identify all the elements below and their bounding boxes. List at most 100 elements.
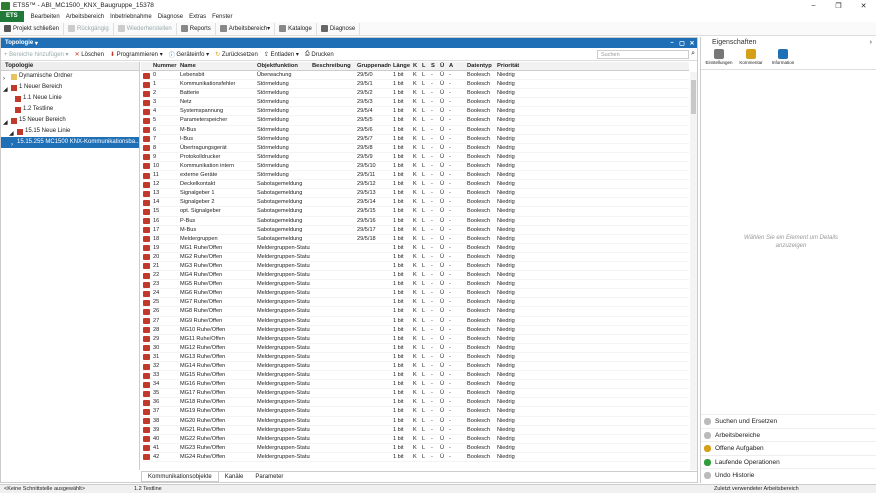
col-number[interactable]: Nummer — [151, 62, 178, 70]
table-row[interactable]: 3 Netz Störmeldung 29/5/3 1 bit K L - Ü - Boolesch… — [141, 98, 689, 108]
catalogs-button[interactable]: Kataloge — [275, 22, 317, 35]
table-row[interactable]: 36 MG18 Ruhe/Offen Meldergruppen-Status 1 b… — [141, 398, 689, 408]
table-row[interactable]: 9 Protokolldrucker Störmeldung 29/5/9 1 bit K… — [141, 153, 689, 162]
col-l[interactable]: L — [420, 62, 429, 70]
col-u[interactable]: Ü — [438, 62, 447, 70]
table-row[interactable]: 31 MG13 Ruhe/Offen Meldergruppen-Status 1 b… — [141, 353, 689, 362]
table-row[interactable]: 34 MG16 Ruhe/Offen Meldergruppen-Status 1 b… — [141, 380, 689, 390]
maximize-icon[interactable]: ❐ — [826, 2, 851, 10]
table-row[interactable]: 25 MG7 Ruhe/Offen Meldergruppen-Status 1 bi… — [141, 298, 689, 308]
reset-button[interactable]: ↻ Zurücksetzen — [212, 49, 261, 61]
menu-extras[interactable]: Extras — [186, 14, 209, 20]
col-length[interactable]: Länge — [391, 62, 411, 70]
table-row[interactable]: 30 MG12 Ruhe/Offen Meldergruppen-Status 1 b… — [141, 344, 689, 353]
col-a[interactable]: A — [447, 62, 456, 70]
table-row[interactable]: 37 MG19 Ruhe/Offen Meldergruppen-Status 1 b… — [141, 407, 689, 417]
table-row[interactable]: 17 M-Bus Sabotagemeldung 29/5/17 1 bit K L - Ü - B… — [141, 226, 689, 235]
minimize-icon[interactable]: – — [801, 2, 826, 10]
tree-item-line-1-2[interactable]: 1.2 Testline — [1, 104, 139, 115]
search-input[interactable]: Suchen — [597, 50, 689, 59]
table-row[interactable]: 33 MG15 Ruhe/Offen Meldergruppen-Status 1 b… — [141, 371, 689, 381]
tree-item-line-15-15[interactable]: ◢ 15.15 Neue Linie — [1, 126, 139, 137]
collapse-icon[interactable]: ◢ — [9, 129, 15, 137]
table-row[interactable]: 21 MG3 Ruhe/Offen Meldergruppen-Status 1 bi… — [141, 262, 689, 272]
table-row[interactable]: 7 I-Bus Störmeldung 29/5/7 1 bit K L - Ü - Boolesc… — [141, 135, 689, 144]
delete-button[interactable]: ✕ Löschen — [72, 49, 107, 61]
table-row[interactable]: 26 MG8 Ruhe/Offen Meldergruppen-Status 1 bi… — [141, 307, 689, 317]
table-row[interactable]: 24 MG6 Ruhe/Offen Meldergruppen-Status 1 bi… — [141, 289, 689, 299]
add-areas-button[interactable]: + Bereiche hinzufügen ▾ — [1, 49, 72, 61]
table-row[interactable]: 22 MG4 Ruhe/Offen Meldergruppen-Status 1 bi… — [141, 271, 689, 281]
table-row[interactable]: 1 Kommunikationsfehler Störmeldung 29/5/1 1 … — [141, 80, 689, 90]
col-function[interactable]: Objektfunktion — [255, 62, 310, 70]
comment-tab[interactable]: Kommentar — [735, 48, 767, 69]
menu-bearbeiten[interactable]: Bearbeiten — [28, 14, 63, 20]
vertical-scrollbar[interactable] — [690, 72, 697, 470]
menu-fenster[interactable]: Fenster — [209, 14, 235, 20]
table-row[interactable]: 19 MG1 Ruhe/Offen Meldergruppen-Status 1 bi… — [141, 244, 689, 253]
table-row[interactable]: 27 MG9 Ruhe/Offen Meldergruppen-Status 1 bi… — [141, 317, 689, 326]
table-row[interactable]: 4 Systemspannung Störmeldung 29/5/4 1 bit K L -… — [141, 107, 689, 117]
redo-button[interactable]: Wiederherstellen — [114, 22, 177, 35]
table-row[interactable]: 0 Lebensbit Überwachung 29/5/0 1 bit K L - Ü - Boo… — [141, 71, 689, 81]
col-name[interactable]: Name — [178, 62, 255, 70]
collapse-icon[interactable]: ◢ — [3, 118, 9, 126]
diagnose-button[interactable]: Diagnose — [317, 22, 361, 35]
table-row[interactable]: 39 MG21 Ruhe/Offen Meldergruppen-Status 1 b… — [141, 426, 689, 435]
menu-diagnose[interactable]: Diagnose — [155, 14, 186, 20]
table-row[interactable]: 5 Parameterspeicher Störmeldung 29/5/5 1 bit… — [141, 116, 689, 126]
tab-communication-objects[interactable]: Kommunikationsobjekte — [141, 472, 219, 482]
table-row[interactable]: 16 P-Bus Sabotagemeldung 29/5/16 1 bit K L - Ü - B… — [141, 217, 689, 226]
table-row[interactable]: 18 Meldergruppen Sabotagemeldung 29/5/18 1 b… — [141, 235, 689, 244]
maximize-panel-icon[interactable]: ▢ — [677, 40, 687, 47]
close-panel-icon[interactable]: ✕ — [687, 40, 697, 47]
undo-history-item[interactable]: Undo Historie — [701, 468, 876, 482]
col-group-address[interactable]: Gruppenadre — [355, 62, 391, 70]
table-row[interactable]: 29 MG11 Ruhe/Offen Meldergruppen-Status 1 b… — [141, 335, 689, 344]
program-button[interactable]: ⬇ Programmieren ▾ — [107, 49, 166, 61]
expand-icon[interactable]: › — [3, 74, 9, 82]
running-operations-item[interactable]: Laufende Operationen — [701, 454, 876, 469]
tree-item-device[interactable]: › 15.15.255 MC1500 KNX-Kommunikationsba..… — [1, 137, 139, 148]
table-row[interactable]: 14 Signalgeber 2 Sabotagemeldung 29/5/14 1 b… — [141, 198, 689, 208]
workspace-button[interactable]: Arbeitsbereich ▾ — [216, 22, 276, 35]
chevron-right-icon[interactable]: › — [870, 39, 872, 46]
interface-status[interactable]: <Keine Schnittstelle ausgewählt> — [0, 485, 130, 493]
undo-button[interactable]: Rückgängig — [64, 22, 114, 35]
table-row[interactable]: 12 Deckelkontakt Sabotagemeldung 29/5/12 1 b… — [141, 180, 689, 190]
expand-icon[interactable]: › — [11, 140, 13, 148]
table-row[interactable]: 35 MG17 Ruhe/Offen Meldergruppen-Status 1 b… — [141, 389, 689, 399]
col-s[interactable]: S — [429, 62, 438, 70]
table-row[interactable]: 38 MG20 Ruhe/Offen Meldergruppen-Status 1 b… — [141, 417, 689, 426]
tree-item-area-15[interactable]: ◢ 15 Neuer Bereich — [1, 115, 139, 126]
menu-inbetriebnahme[interactable]: Inbetriebnahme — [107, 14, 155, 20]
tab-channels[interactable]: Kanäle — [219, 472, 250, 482]
table-row[interactable]: 10 Kommunikation intern Störmeldung 29/5/10… — [141, 162, 689, 172]
tree-item-dynamic-folders[interactable]: › Dynamische Ordner — [1, 71, 139, 82]
workspaces-item[interactable]: Arbeitsbereiche — [701, 427, 876, 442]
table-row[interactable]: 11 externe Geräte Störmeldung 29/5/11 1 bit K… — [141, 171, 689, 181]
unload-button[interactable]: ⇪ Entladen ▾ — [261, 49, 302, 61]
tree-item-line-1-1[interactable]: 1.1 Neue Linie — [1, 93, 139, 104]
table-row[interactable]: 41 MG23 Ruhe/Offen Meldergruppen-Status 1 b… — [141, 444, 689, 453]
close-project-button[interactable]: Projekt schließen — [0, 22, 65, 35]
ets-menu-button[interactable]: ETS — [0, 11, 24, 22]
col-k[interactable]: K — [411, 62, 420, 70]
table-row[interactable]: 13 Signalgeber 1 Sabotagemeldung 29/5/13 1 b… — [141, 189, 689, 199]
table-row[interactable]: 28 MG10 Ruhe/Offen Meldergruppen-Status 1 b… — [141, 326, 689, 335]
reports-button[interactable]: Reports — [177, 22, 216, 35]
panel-title[interactable]: Topologie — [5, 40, 33, 46]
table-row[interactable]: 40 MG22 Ruhe/Offen Meldergruppen-Status 1 b… — [141, 435, 689, 444]
print-button[interactable]: ⎙ Drucken — [302, 49, 337, 61]
find-replace-item[interactable]: Suchen und Ersetzen — [701, 414, 876, 428]
scroll-thumb[interactable] — [691, 80, 696, 114]
settings-tab[interactable]: Einstellungen — [703, 48, 735, 69]
table-row[interactable]: 32 MG14 Ruhe/Offen Meldergruppen-Status 1 b… — [141, 362, 689, 372]
col-priority[interactable]: Priorität — [495, 62, 535, 70]
open-tasks-item[interactable]: Offene Aufgaben — [701, 441, 876, 455]
col-datatype[interactable]: Datentyp — [465, 62, 495, 70]
table-row[interactable]: 20 MG2 Ruhe/Offen Meldergruppen-Status 1 bi… — [141, 253, 689, 262]
collapse-icon[interactable]: ◢ — [3, 85, 9, 93]
menu-arbeitsbereich[interactable]: Arbeitsbereich — [63, 14, 107, 20]
device-info-button[interactable]: ⓘ Geräteinfo ▾ — [166, 49, 212, 61]
